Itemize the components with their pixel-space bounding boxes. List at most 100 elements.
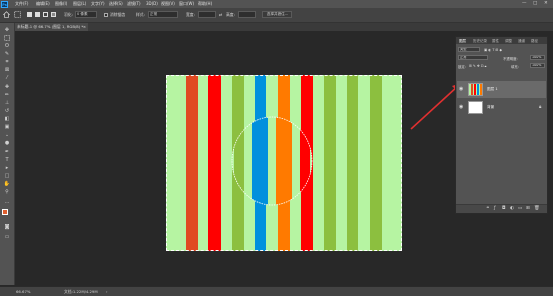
opacity-input[interactable]: 100% [530, 55, 545, 60]
menu-filter[interactable]: 滤镜(T) [127, 1, 141, 7]
select-and-mask-button[interactable]: 选择并遮住... [262, 11, 292, 18]
intersect-selection-icon[interactable] [51, 12, 56, 17]
type-tool-icon[interactable]: T [2, 157, 12, 163]
menu-file[interactable]: 文件(F) [15, 1, 28, 7]
tools-panel: ✥ ʘ ✎ ⌗ ⊠ ⁄ ✚ ✏ ⊥ ↺ ◧ ▣ 💧︎ ● ✒ T ▸ □ ✋ ⚲… [0, 23, 15, 285]
screen-mode-icon[interactable]: ▭ [2, 234, 12, 240]
tab-layers[interactable]: 图层 [459, 39, 466, 44]
document-tab-title: 未标题-1 @ 66.7% (图层 1, RGB/8) * [17, 24, 84, 29]
kind-filter-select[interactable]: 类型 [458, 47, 480, 52]
rect-marquee-tool-icon[interactable] [2, 35, 12, 41]
width-input[interactable] [198, 11, 216, 18]
home-icon[interactable] [2, 11, 11, 18]
menu-layer[interactable]: 图层(L) [73, 1, 86, 7]
pen-tool-icon[interactable]: ✒ [2, 149, 12, 155]
layer-name: 背景 [487, 105, 495, 109]
status-arrow-icon[interactable]: › [106, 289, 108, 294]
lasso-tool-icon[interactable]: ʘ [2, 43, 12, 49]
quick-select-tool-icon[interactable]: ✎ [2, 51, 12, 57]
history-brush-tool-icon[interactable]: ↺ [2, 108, 12, 114]
style-select[interactable]: 正常 [148, 11, 178, 18]
tab-properties[interactable]: 属性 [492, 39, 499, 44]
panel-tabs: 图层 历史记录 属性 调整 通道 路径 [456, 37, 547, 44]
antialias-checkbox[interactable] [104, 12, 108, 17]
menu-3d[interactable]: 3D(D) [146, 1, 158, 6]
document-tab[interactable]: 未标题-1 @ 66.7% (图层 1, RGB/8) * × [14, 23, 88, 31]
path-select-tool-icon[interactable]: ▸ [2, 165, 12, 171]
blend-mode-select[interactable]: 正常 [458, 55, 488, 60]
healing-brush-tool-icon[interactable]: ✚ [2, 84, 12, 90]
eye-icon[interactable]: ◉ [459, 104, 463, 110]
ps-logo[interactable]: Ps [1, 0, 8, 8]
minimize-icon[interactable]: — [522, 1, 527, 6]
marquee-tool-icon[interactable] [14, 11, 21, 18]
new-layer-icon[interactable]: ⊞ [526, 206, 530, 211]
foreground-color-swatch[interactable] [2, 209, 8, 215]
menu-help[interactable]: 帮助(H) [198, 1, 212, 7]
layer-row-2[interactable]: ◉ 背景 🔒︎ [457, 99, 546, 116]
feather-input[interactable]: 0 像素 [75, 11, 97, 18]
delete-layer-icon[interactable]: 🗑︎ [534, 206, 540, 211]
more-tools-icon[interactable]: … [2, 199, 12, 205]
layers-panel-footer: ⚭ ƒ ◘ ◐ ▭ ⊞ 🗑︎ [456, 204, 547, 213]
zoom-level[interactable]: 66.67% [16, 289, 30, 294]
link-layers-icon[interactable]: ⚭ [486, 206, 490, 211]
fill-input[interactable]: 100% [530, 63, 545, 68]
shape-tool-icon[interactable]: □ [2, 173, 12, 179]
menu-select[interactable]: 选择(S) [109, 1, 123, 7]
subtract-selection-icon[interactable] [43, 12, 48, 17]
adjustment-layer-icon[interactable]: ◐ [510, 206, 514, 211]
layer-thumbnail [468, 101, 483, 114]
lock-icon: 🔒︎ [539, 105, 542, 110]
layer-row-1[interactable]: ◉ 图层 1 [457, 81, 546, 98]
layer-name: 图层 1 [487, 87, 498, 91]
canvas-selection-border [166, 75, 402, 251]
tab-channels[interactable]: 通道 [518, 39, 525, 44]
menu-image[interactable]: 图像(I) [55, 1, 67, 7]
frame-tool-icon[interactable]: ⊠ [2, 67, 12, 73]
height-label: 高度: [226, 12, 235, 17]
lock-icons[interactable]: ⊞ ✎ ✥ ⊡ 🔒︎ [469, 64, 486, 68]
eyedropper-tool-icon[interactable]: ⁄ [2, 75, 12, 81]
hand-tool-icon[interactable]: ✋ [2, 181, 12, 187]
menu-type[interactable]: 文字(Y) [91, 1, 105, 7]
crop-tool-icon[interactable]: ⌗ [2, 59, 12, 65]
tab-history[interactable]: 历史记录 [473, 39, 487, 44]
tab-close-icon[interactable]: × [83, 23, 86, 31]
layer-thumbnail [468, 83, 483, 96]
move-tool-icon[interactable]: ✥ [2, 27, 12, 33]
opacity-label: 不透明度: [503, 56, 518, 61]
new-selection-icon[interactable] [27, 12, 32, 17]
style-label: 样式: [136, 12, 145, 17]
eye-icon[interactable]: ◉ [459, 86, 463, 92]
menu-edit[interactable]: 编辑(E) [36, 1, 50, 7]
add-selection-icon[interactable] [35, 12, 40, 17]
blend-row: 正常 不透明度: 100% [457, 54, 546, 61]
document-tab-bar: 未标题-1 @ 66.7% (图层 1, RGB/8) * × [14, 23, 553, 31]
eraser-tool-icon[interactable]: ◧ [2, 116, 12, 122]
tab-adjustments[interactable]: 调整 [505, 39, 512, 44]
add-mask-icon[interactable]: ◘ [502, 206, 506, 211]
quick-mask-icon[interactable]: ◙ [2, 224, 12, 230]
height-input[interactable] [238, 11, 256, 18]
fill-label: 填充: [511, 64, 519, 69]
blur-tool-icon[interactable]: 💧︎ [2, 132, 12, 138]
new-group-icon[interactable]: ▭ [518, 206, 522, 211]
swap-icon[interactable]: ⇄ [219, 12, 222, 17]
fx-icon[interactable]: ƒ [494, 206, 496, 211]
document-canvas[interactable] [166, 75, 402, 251]
close-icon[interactable]: ✕ [544, 1, 548, 6]
tab-paths[interactable]: 路径 [531, 39, 538, 44]
menu-window[interactable]: 窗口(W) [179, 1, 194, 7]
gradient-tool-icon[interactable]: ▣ [2, 124, 12, 130]
maximize-icon[interactable]: □ [533, 1, 537, 6]
brush-tool-icon[interactable]: ✏ [2, 92, 12, 98]
zoom-tool-icon[interactable]: ⚲ [2, 189, 12, 195]
menu-bar: Ps 文件(F) 编辑(E) 图像(I) 图层(L) 文字(Y) 选择(S) 滤… [0, 0, 553, 8]
feather-label: 羽化: [64, 12, 73, 17]
width-label: 宽度: [186, 12, 195, 17]
menu-view[interactable]: 视图(V) [161, 1, 175, 7]
dodge-tool-icon[interactable]: ● [2, 140, 12, 146]
filter-icons[interactable]: ▣ ◐ T ⊞ ◆ [484, 48, 502, 52]
clone-stamp-tool-icon[interactable]: ⊥ [2, 100, 12, 106]
